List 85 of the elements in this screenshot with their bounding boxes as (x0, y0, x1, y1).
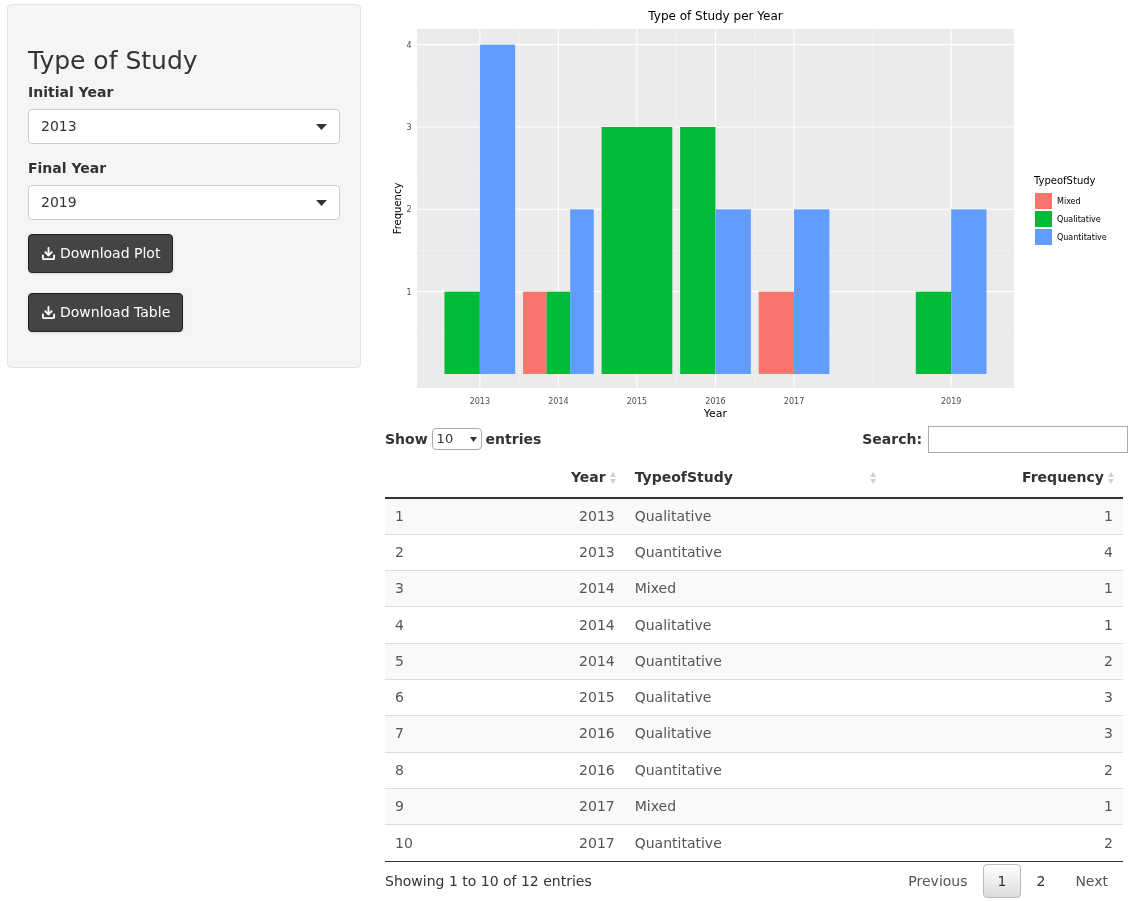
row-number: 9 (395, 798, 404, 814)
y-tick-label: 4 (406, 40, 412, 50)
field-label: Final Year (28, 159, 108, 179)
table-cell: 2015 (579, 689, 615, 706)
row-number: 6 (395, 689, 404, 706)
search-label: Search: (862, 429, 922, 449)
row-number: 2 (395, 543, 404, 560)
x-axis-title: Year (703, 407, 728, 420)
x-tick-label: 2015 (626, 397, 648, 406)
table-cell: Quantitative (634, 652, 722, 669)
download-icon (41, 305, 56, 321)
table-cell: 1 (1104, 798, 1113, 814)
x-tick-label: 2019 (941, 397, 962, 406)
legend-label: Qualitative (1057, 215, 1101, 224)
table-cell: 2013 (579, 543, 615, 560)
download-icon (41, 246, 56, 262)
column-header[interactable]: Frequency (1022, 467, 1104, 488)
table-cell: 2016 (579, 761, 615, 778)
column-header[interactable]: Year (571, 467, 606, 488)
table-cell: 2014 (579, 652, 615, 669)
pagination-link[interactable]: Previous (893, 864, 983, 899)
table-cell: 4 (1104, 543, 1113, 560)
page-button[interactable]: 2 (1021, 864, 1061, 899)
table-cell: 1 (1104, 580, 1113, 597)
row-number: 1 (395, 507, 404, 524)
x-tick-label: 2017 (783, 397, 805, 406)
table-cell: 2016 (579, 725, 615, 742)
table-cell: 2014 (579, 616, 615, 633)
table-cell: Qualitative (634, 616, 712, 633)
table-cell: 3 (1104, 725, 1113, 742)
table-cell: 1 (1104, 616, 1113, 633)
caret-icon (469, 436, 477, 442)
panel-title: Type of Study (28, 45, 199, 77)
row-number: 8 (395, 761, 404, 778)
download-button[interactable]: Download Plot (28, 234, 174, 274)
table-cell: 2013 (579, 507, 615, 524)
x-tick-label: 2014 (548, 397, 569, 406)
table-cell: Quantitative (634, 834, 722, 851)
table-cell: Mixed (634, 580, 677, 597)
table-cell: 2017 (579, 798, 615, 814)
caret-icon (316, 123, 327, 130)
y-axis-title: Frequency (392, 182, 403, 235)
table-cell: Qualitative (634, 689, 712, 706)
page-button[interactable]: 1 (982, 864, 1022, 899)
length-select[interactable]: 10 (431, 428, 482, 450)
table-cell: 2 (1104, 834, 1113, 851)
select-field[interactable]: 2013 (28, 109, 340, 145)
sort-icon[interactable] (608, 470, 617, 485)
field-label: Initial Year (28, 83, 115, 103)
table-cell: 1 (1104, 507, 1113, 524)
select-field[interactable]: 2019 (28, 185, 340, 221)
length-label: Show (385, 429, 428, 449)
x-tick-label: 2013 (469, 397, 490, 406)
legend-title: TypeofStudy (1034, 175, 1096, 186)
table-cell: Qualitative (634, 507, 712, 524)
row-number: 10 (395, 834, 413, 851)
sort-icon[interactable] (868, 470, 877, 485)
row-number: 5 (395, 652, 404, 669)
length-label: entries (485, 429, 542, 449)
x-tick-label: 2016 (705, 397, 726, 406)
caret-icon (316, 199, 327, 206)
sort-icon[interactable] (1107, 470, 1115, 485)
row-number: 7 (395, 725, 404, 742)
pagination-link[interactable]: Next (1060, 864, 1123, 899)
table-cell: 3 (1104, 689, 1113, 706)
chart-title: Type of Study per Year (648, 9, 783, 23)
table-cell: 2014 (579, 580, 615, 597)
table-cell: Mixed (634, 798, 677, 814)
legend-label: Quantitative (1057, 233, 1107, 242)
download-button[interactable]: Download Table (28, 293, 184, 333)
table-cell: 2 (1104, 652, 1113, 669)
y-tick-label: 2 (406, 205, 412, 215)
legend-label: Mixed (1057, 197, 1081, 206)
table-cell: 2 (1104, 761, 1113, 778)
table-cell: 2017 (579, 834, 615, 851)
search-field[interactable] (928, 425, 1128, 453)
y-tick-label: 3 (406, 123, 412, 132)
table-info: Showing 1 to 10 of 12 entries (385, 871, 592, 891)
table-cell: Quantitative (634, 761, 722, 778)
y-tick-label: 1 (406, 287, 412, 297)
column-header[interactable]: TypeofStudy (634, 467, 733, 488)
table-cell: Quantitative (634, 543, 722, 560)
row-number: 4 (395, 616, 404, 633)
table-cell: Qualitative (634, 725, 712, 742)
row-number: 3 (395, 580, 404, 597)
